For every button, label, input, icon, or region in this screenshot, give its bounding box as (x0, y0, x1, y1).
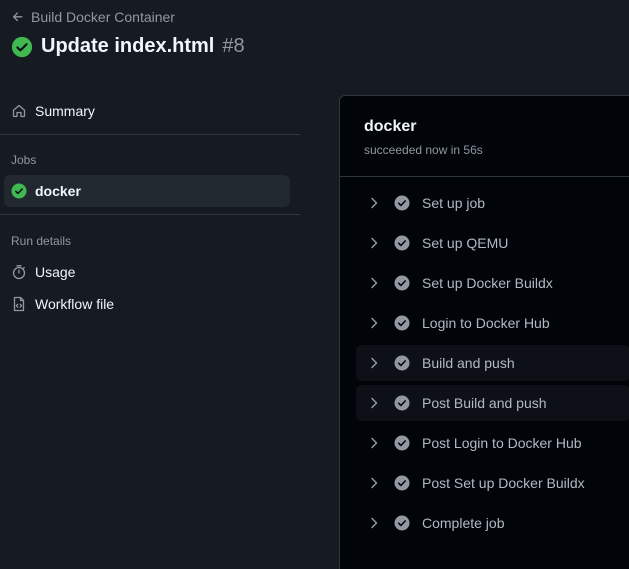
step-post-build-and-push[interactable]: Post Build and push (356, 385, 629, 421)
check-circle-icon (394, 275, 410, 291)
chevron-right-icon (371, 437, 378, 449)
chevron-right-icon (371, 477, 378, 489)
chevron-right-icon (371, 237, 378, 249)
check-circle-icon (394, 395, 410, 411)
chevron-right-icon (371, 517, 378, 529)
job-divider (340, 176, 629, 177)
sidebar-item-summary[interactable]: Summary (4, 95, 290, 127)
sidebar-item-job-docker[interactable]: docker (4, 175, 290, 207)
chevron-right-icon (371, 317, 378, 329)
step-label: Complete job (422, 515, 505, 531)
sidebar-item-label: Workflow file (35, 296, 115, 312)
step-label: Post Login to Docker Hub (422, 435, 582, 451)
check-circle-icon (394, 235, 410, 251)
step-label: Post Set up Docker Buildx (422, 475, 585, 491)
chevron-right-icon (371, 197, 378, 209)
stopwatch-icon (12, 265, 26, 280)
chevron-right-icon (371, 277, 378, 289)
step-post-login-to-docker-hub[interactable]: Post Login to Docker Hub (356, 425, 629, 461)
check-circle-icon (394, 355, 410, 371)
check-circle-icon (394, 515, 410, 531)
check-circle-icon (394, 435, 410, 451)
arrow-left-icon (12, 12, 23, 22)
workflow-run-page: Build Docker Container Update index.html… (0, 0, 629, 569)
step-label: Login to Docker Hub (422, 315, 550, 331)
step-label: Set up Docker Buildx (422, 275, 553, 291)
job-status-text: succeeded now in 56s (364, 143, 483, 157)
step-set-up-qemu[interactable]: Set up QEMU (356, 225, 629, 261)
step-label: Set up job (422, 195, 486, 211)
step-post-set-up-docker-buildx[interactable]: Post Set up Docker Buildx (356, 465, 629, 501)
back-link-label[interactable]: Build Docker Container (31, 9, 175, 25)
step-set-up-job[interactable]: Set up job (356, 185, 629, 221)
job-log-panel: docker succeeded now in 56s Set up job S… (339, 95, 629, 569)
sidebar-item-usage[interactable]: Usage (4, 256, 290, 288)
sidebar-divider (0, 214, 300, 215)
success-check-circle-icon (11, 183, 27, 199)
step-label: Post Build and push (422, 395, 547, 411)
chevron-right-icon (371, 397, 378, 409)
step-build-and-push[interactable]: Build and push (356, 345, 629, 381)
jobs-heading: Jobs (11, 153, 37, 167)
step-label: Set up QEMU (422, 235, 509, 251)
check-circle-icon (394, 475, 410, 491)
sidebar-item-label: Summary (35, 103, 95, 119)
step-label: Build and push (422, 355, 515, 371)
sidebar-item-workflow-file[interactable]: Workflow file (4, 288, 290, 320)
success-check-circle-icon (11, 36, 33, 57)
sidebar-item-label: Usage (35, 264, 76, 280)
page-title: Update index.html #8 (11, 35, 245, 58)
check-circle-icon (394, 315, 410, 331)
step-set-up-docker-buildx[interactable]: Set up Docker Buildx (356, 265, 629, 301)
sidebar-divider (0, 134, 300, 135)
sidebar-item-label: docker (35, 183, 81, 199)
chevron-right-icon (371, 357, 378, 369)
run-number: #8 (222, 35, 245, 57)
job-name: docker (364, 118, 417, 135)
run-details-heading: Run details (11, 234, 72, 248)
home-icon (12, 104, 26, 118)
file-code-icon (13, 296, 25, 312)
step-complete-job[interactable]: Complete job (356, 505, 629, 541)
step-login-to-docker-hub[interactable]: Login to Docker Hub (356, 305, 629, 341)
check-circle-icon (394, 195, 410, 211)
run-title: Update index.html (41, 35, 215, 57)
back-link[interactable]: Build Docker Container (11, 9, 175, 25)
